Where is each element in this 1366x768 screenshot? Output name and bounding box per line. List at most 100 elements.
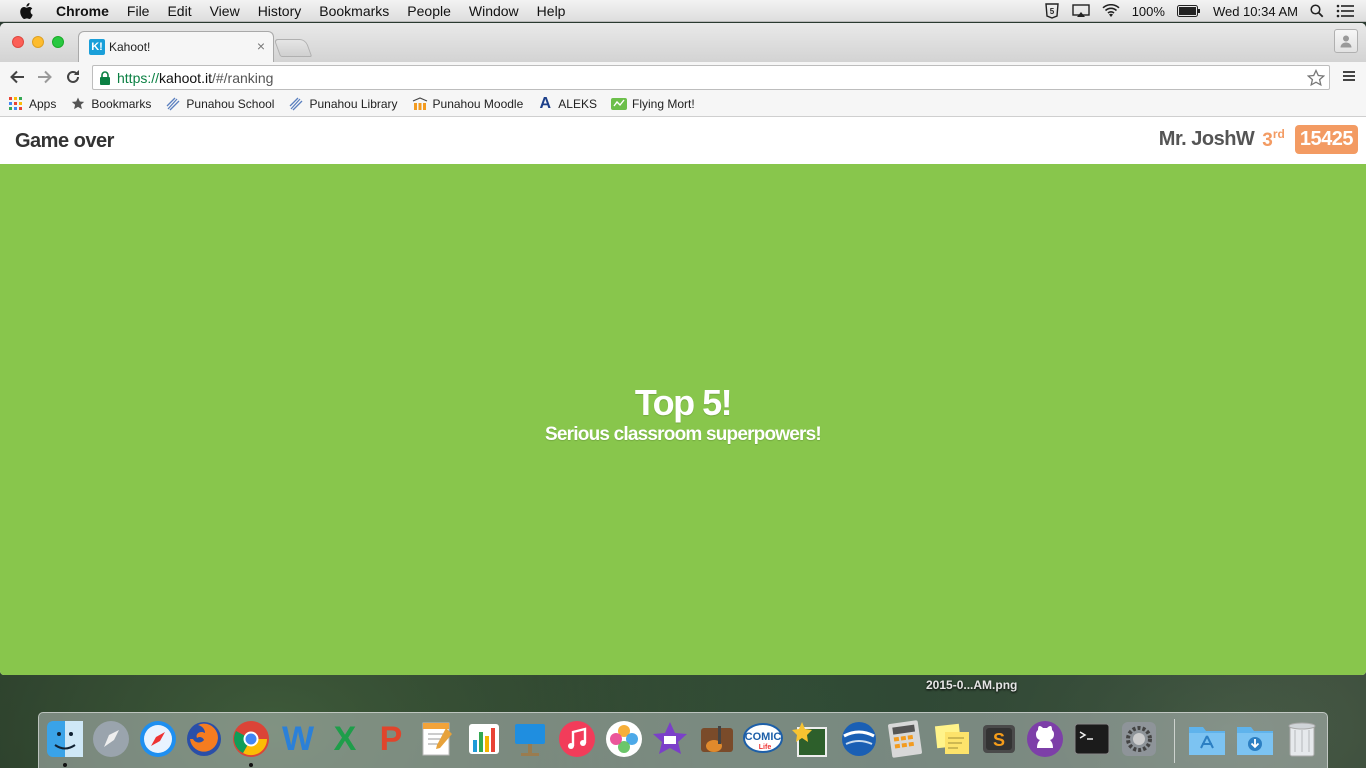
rank-suffix: rd	[1272, 127, 1285, 141]
bookmark-label: Flying Mort!	[631, 97, 695, 111]
lock-icon[interactable]	[99, 70, 111, 85]
player-rank: 3rd	[1262, 127, 1285, 152]
spotlight-search-icon[interactable]	[1310, 4, 1324, 18]
reload-icon	[67, 70, 79, 83]
url-host: kahoot.it	[159, 69, 212, 86]
new-tab-button[interactable]	[273, 39, 313, 57]
ranking-message: Top 5! Serious classroom superpowers!	[0, 382, 1366, 446]
finder-icon[interactable]	[45, 719, 85, 759]
url-path: /#/ranking	[211, 69, 274, 86]
bookmark-apps[interactable]: Apps	[8, 96, 56, 112]
system-preferences-icon[interactable]	[1119, 719, 1159, 759]
page-title: Game over	[15, 129, 114, 152]
bookmark-label: ALEKS	[558, 97, 597, 111]
bookmark-star-icon[interactable]	[1306, 68, 1326, 90]
bookmark-label: Apps	[29, 97, 57, 111]
dock-separator	[1174, 719, 1175, 763]
calculator-icon[interactable]	[885, 719, 925, 759]
rank-number: 3	[1262, 130, 1273, 151]
svg-text:S: S	[993, 730, 1005, 750]
garageband-icon[interactable]	[697, 719, 737, 759]
ranking-panel: Top 5! Serious classroom superpowers!	[0, 164, 1366, 675]
excel-icon[interactable]: X	[325, 719, 365, 759]
powerpoint-icon[interactable]: P	[371, 719, 411, 759]
pixelmator-icon[interactable]	[791, 719, 831, 759]
url-scheme: https://	[117, 69, 160, 86]
tab-kahoot[interactable]: K! Kahoot! ×	[78, 31, 274, 62]
chrome-running-indicator	[249, 763, 253, 767]
bookmark-punahou-moodle[interactable]: Punahou Moodle	[412, 96, 524, 112]
airplay-icon[interactable]	[1072, 4, 1090, 18]
chrome-icon[interactable]	[231, 719, 271, 759]
menu-app-chrome[interactable]: Chrome	[54, 0, 118, 22]
bookmark-punahou-library[interactable]: Punahou Library	[288, 96, 398, 112]
menu-window[interactable]: Window	[460, 0, 528, 22]
tab-close-icon[interactable]: ×	[257, 38, 265, 54]
downloads-folder-icon[interactable]	[1235, 719, 1275, 759]
google-earth-icon[interactable]	[839, 719, 879, 759]
window-close-button[interactable]	[12, 36, 24, 48]
back-button[interactable]	[3, 64, 31, 90]
stickies-icon[interactable]	[932, 719, 972, 759]
bookmark-flying-mort[interactable]: Flying Mort!	[610, 96, 695, 112]
photos-icon[interactable]	[604, 719, 644, 759]
itunes-icon[interactable]	[557, 719, 597, 759]
safari-icon[interactable]	[138, 719, 178, 759]
svg-text:Life: Life	[759, 744, 772, 751]
desktop-file-label[interactable]: 2015-0...AM.png	[926, 678, 1017, 692]
forward-arrow-icon	[38, 70, 52, 84]
bookmark-page-icon	[288, 96, 304, 112]
flying-mort-icon	[610, 96, 627, 112]
dock: W X P COMIC Life S	[38, 712, 1328, 768]
bookmark-aleks[interactable]: A ALEKS	[537, 95, 597, 112]
launchpad-icon[interactable]	[91, 719, 131, 759]
keynote-icon[interactable]	[510, 719, 550, 759]
pages-icon[interactable]	[417, 719, 457, 759]
bookmark-page-icon	[165, 96, 181, 112]
menu-view[interactable]: View	[201, 0, 249, 22]
menubar-clock[interactable]: Wed 10:34 AM	[1213, 4, 1298, 19]
word-icon[interactable]: W	[278, 719, 318, 759]
firefox-icon[interactable]	[184, 719, 224, 759]
browser-toolbar: https://kahoot.it/#/ranking	[0, 62, 1366, 92]
svg-text:COMIC: COMIC	[745, 731, 782, 743]
address-bar[interactable]: https://kahoot.it/#/ranking	[92, 65, 1330, 90]
numbers-icon[interactable]	[464, 719, 504, 759]
bookmark-label: Bookmarks	[91, 97, 152, 111]
menu-help[interactable]: Help	[528, 0, 575, 22]
person-icon	[1340, 35, 1352, 48]
notification-center-icon[interactable]	[1336, 4, 1354, 18]
chrome-menu-icon[interactable]	[1342, 69, 1356, 88]
menu-file[interactable]: File	[118, 0, 159, 22]
menu-people[interactable]: People	[398, 0, 460, 22]
comic-life-icon[interactable]: COMIC Life	[743, 719, 783, 759]
tab-strip: K! Kahoot! ×	[0, 23, 1366, 62]
apple-menu-icon[interactable]	[19, 2, 37, 19]
bookmark-punahou-school[interactable]: Punahou School	[165, 96, 274, 112]
bookmark-label: Punahou Moodle	[432, 97, 524, 111]
html5-shield-icon[interactable]: 5	[1044, 3, 1060, 19]
mac-menubar: Chrome File Edit View History Bookmarks …	[0, 0, 1366, 22]
wifi-icon[interactable]	[1102, 4, 1120, 18]
trash-icon[interactable]	[1282, 719, 1322, 759]
back-arrow-icon	[10, 70, 24, 84]
window-minimize-button[interactable]	[32, 36, 44, 48]
imovie-icon[interactable]	[650, 719, 690, 759]
player-summary: Mr. JoshW 3rd 15425	[1159, 125, 1358, 154]
menu-history[interactable]: History	[249, 0, 311, 22]
window-zoom-button[interactable]	[52, 36, 64, 48]
sublime-text-icon[interactable]: S	[979, 719, 1019, 759]
battery-icon[interactable]	[1176, 5, 1201, 17]
terminal-icon[interactable]	[1072, 719, 1112, 759]
menu-edit[interactable]: Edit	[158, 0, 200, 22]
score-badge: 15425	[1294, 125, 1358, 154]
reload-button[interactable]	[59, 64, 87, 90]
menu-bookmarks[interactable]: Bookmarks	[310, 0, 398, 22]
moodle-icon	[412, 96, 428, 112]
profile-button[interactable]	[1334, 29, 1358, 53]
forward-button[interactable]	[31, 64, 59, 90]
kahoot-favicon-icon: K!	[89, 39, 105, 55]
bookmark-bookmarks[interactable]: Bookmarks	[70, 96, 151, 112]
applications-folder-icon[interactable]	[1187, 719, 1227, 759]
github-icon[interactable]	[1025, 719, 1065, 759]
